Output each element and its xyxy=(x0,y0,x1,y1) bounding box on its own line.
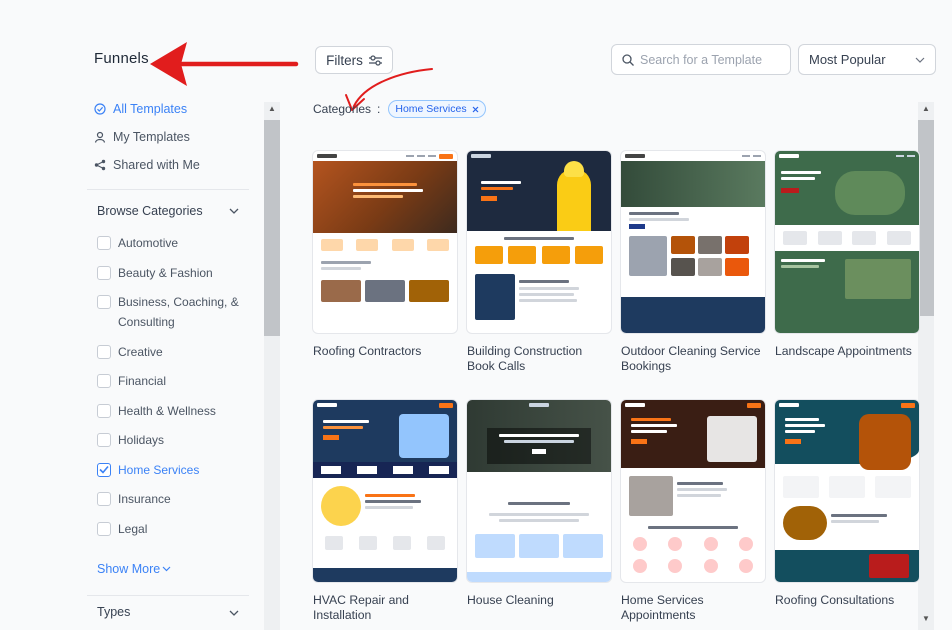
categories-separator: : xyxy=(377,102,381,116)
sidebar-scrollbar-thumb[interactable] xyxy=(264,120,280,336)
scroll-up-icon[interactable]: ▲ xyxy=(268,104,276,113)
category-home-services[interactable]: Home Services xyxy=(87,460,249,480)
template-card[interactable]: Outdoor Cleaning Service Bookings xyxy=(621,151,765,374)
filters-label: Filters xyxy=(326,52,363,68)
scroll-up-icon[interactable]: ▲ xyxy=(922,104,930,113)
checkbox[interactable] xyxy=(97,265,111,280)
category-label: Home Services xyxy=(118,462,200,477)
category-automotive[interactable]: Automotive xyxy=(87,233,249,253)
category-label: Insurance xyxy=(118,492,171,506)
nav-label: Shared with Me xyxy=(113,158,200,172)
sort-select[interactable]: Most Popular xyxy=(798,44,936,75)
template-title: Roofing Consultations xyxy=(775,593,895,607)
category-financial[interactable]: Financial xyxy=(87,371,249,391)
checkbox[interactable] xyxy=(97,236,111,250)
divider xyxy=(87,594,249,596)
active-filters: Categories : Home Services xyxy=(313,100,486,118)
checkbox[interactable] xyxy=(97,295,111,309)
search-input[interactable] xyxy=(640,52,780,67)
types-label: Types xyxy=(97,605,131,619)
template-thumbnail[interactable] xyxy=(467,151,611,333)
template-card[interactable]: HVAC Repair and Installation xyxy=(313,400,457,623)
checkbox[interactable] xyxy=(97,344,111,359)
category-label: Legal xyxy=(118,521,148,536)
check-circle-icon xyxy=(94,103,106,115)
template-title: Building Construction Book Calls xyxy=(467,344,583,373)
check-icon xyxy=(99,465,109,474)
template-card[interactable]: Roofing Contractors xyxy=(313,151,457,359)
category-label: Automotive xyxy=(118,236,179,250)
grid-scrollbar-thumb[interactable] xyxy=(918,120,934,316)
template-card[interactable]: House Cleaning xyxy=(467,400,611,608)
browse-label: Browse Categories xyxy=(97,204,203,218)
sidebar: All Templates My Templates Shared with M… xyxy=(87,95,249,596)
checkbox-checked[interactable] xyxy=(97,462,111,477)
nav-my-templates[interactable]: My Templates xyxy=(87,123,249,151)
template-title: HVAC Repair and Installation xyxy=(313,593,409,622)
template-title: Home Services Appointments xyxy=(621,593,704,622)
checkbox[interactable] xyxy=(97,403,111,418)
checkbox[interactable] xyxy=(97,492,111,506)
template-thumbnail[interactable] xyxy=(313,151,457,333)
category-label: Holidays xyxy=(118,433,165,447)
template-thumbnail[interactable] xyxy=(467,400,611,582)
show-more-link[interactable]: Show More xyxy=(87,559,249,579)
category-beauty-fashion[interactable]: Beauty & Fashion xyxy=(87,263,249,283)
category-holidays[interactable]: Holidays xyxy=(87,430,249,450)
template-card[interactable]: Roofing Consultations xyxy=(775,400,919,608)
template-title: Landscape Appointments xyxy=(775,344,912,358)
category-legal[interactable]: Legal xyxy=(87,519,249,539)
template-card[interactable]: Home Services Appointments xyxy=(621,400,765,623)
chevron-down-icon xyxy=(162,566,171,571)
chevron-down-icon xyxy=(229,208,239,214)
sliders-icon xyxy=(368,54,382,66)
nav-label: My Templates xyxy=(113,130,190,144)
chevron-down-icon xyxy=(915,57,925,63)
types-toggle[interactable]: Types xyxy=(87,605,249,619)
template-card[interactable]: Landscape Appointments xyxy=(775,151,919,359)
category-label: Beauty & Fashion xyxy=(118,265,213,280)
checkbox[interactable] xyxy=(97,374,111,388)
checkbox[interactable] xyxy=(97,521,111,536)
template-thumbnail[interactable] xyxy=(775,400,919,582)
search-box[interactable] xyxy=(611,44,791,75)
filter-chip-home-services[interactable]: Home Services xyxy=(388,100,486,118)
filters-button[interactable]: Filters xyxy=(315,46,393,74)
chip-label: Home Services xyxy=(395,103,467,115)
browse-categories-toggle[interactable]: Browse Categories xyxy=(87,190,249,232)
close-icon[interactable] xyxy=(472,106,479,113)
checkbox[interactable] xyxy=(97,433,111,447)
category-insurance[interactable]: Insurance xyxy=(87,489,249,509)
nav-label: All Templates xyxy=(113,102,188,116)
search-icon xyxy=(622,53,634,66)
category-label: Creative xyxy=(118,344,163,359)
page-title: Funnels xyxy=(94,50,149,67)
category-label: Financial xyxy=(118,374,167,388)
show-more-label: Show More xyxy=(97,561,161,576)
template-title: House Cleaning xyxy=(467,593,554,607)
sort-value: Most Popular xyxy=(809,52,886,67)
category-label: Health & Wellness xyxy=(118,403,216,418)
template-title: Outdoor Cleaning Service Bookings xyxy=(621,344,761,373)
category-health-wellness[interactable]: Health & Wellness xyxy=(87,401,249,421)
chevron-down-icon xyxy=(229,610,239,616)
categories-label: Categories xyxy=(313,102,372,116)
template-title: Roofing Contractors xyxy=(313,344,422,358)
category-business-coaching[interactable]: Business, Coaching, & Consulting xyxy=(87,292,249,332)
scroll-down-icon[interactable]: ▼ xyxy=(922,614,930,623)
category-label: Business, Coaching, & Consulting xyxy=(118,295,239,329)
category-creative[interactable]: Creative xyxy=(87,342,249,362)
template-thumbnail[interactable] xyxy=(621,400,765,582)
user-icon xyxy=(94,131,106,143)
template-thumbnail[interactable] xyxy=(313,400,457,582)
share-icon xyxy=(94,159,106,171)
template-thumbnail[interactable] xyxy=(621,151,765,333)
nav-all-templates[interactable]: All Templates xyxy=(87,95,249,123)
nav-shared-with-me[interactable]: Shared with Me xyxy=(87,151,249,179)
template-thumbnail[interactable] xyxy=(775,151,919,333)
template-card[interactable]: Building Construction Book Calls xyxy=(467,151,611,374)
